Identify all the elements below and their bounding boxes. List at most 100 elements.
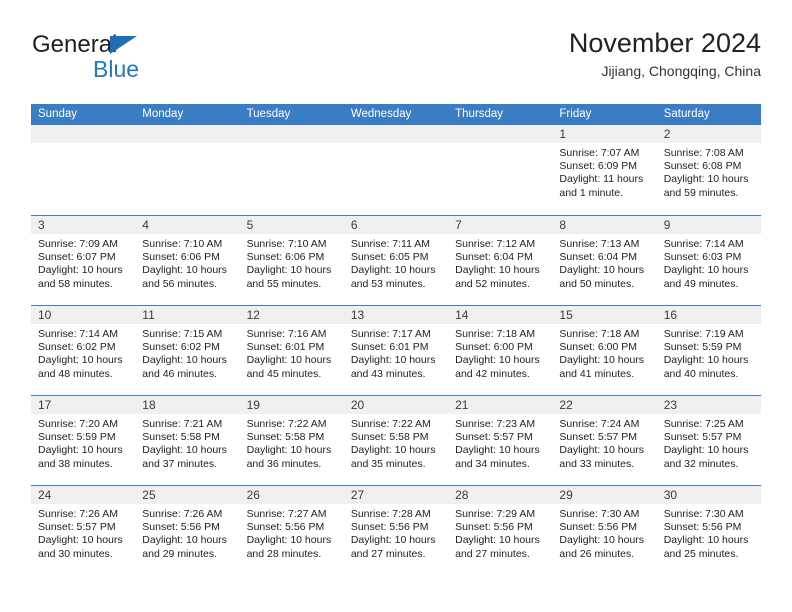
sunrise-text: Sunrise: 7:18 AM bbox=[455, 328, 536, 340]
day-number-band: 23 bbox=[656, 396, 761, 414]
calendar-day-cell[interactable]: 16 Sunrise: 7:19 AM Sunset: 5:59 PM Dayligh… bbox=[656, 306, 761, 395]
day-number-band: 21 bbox=[448, 396, 553, 414]
sunset-text: Sunset: 5:57 PM bbox=[455, 431, 533, 444]
day-number: 13 bbox=[350, 308, 365, 322]
calendar-weeks: 1 Sunrise: 7:07 AM Sunset: 6:09 PM Daylight… bbox=[31, 125, 761, 575]
day-number: 2 bbox=[663, 127, 671, 141]
day-number: 29 bbox=[559, 488, 573, 502]
day-details: Sunrise: 7:20 AM Sunset: 5:59 PM Daylight:… bbox=[31, 414, 135, 471]
day-number-band: 26 bbox=[239, 486, 344, 504]
calendar-day-cell[interactable]: 27 Sunrise: 7:28 AM Sunset: 5:56 PM Dayligh… bbox=[343, 486, 449, 575]
daylight-text: Daylight: 10 hours and 49 minutes. bbox=[663, 264, 749, 290]
calendar-day-cell[interactable]: 26 Sunrise: 7:27 AM Sunset: 5:56 PM Dayligh… bbox=[239, 486, 344, 575]
sunset-text: Sunset: 5:58 PM bbox=[246, 431, 325, 444]
sunrise-text: Sunrise: 7:20 AM bbox=[38, 418, 118, 430]
sunset-text: Sunset: 6:09 PM bbox=[559, 160, 638, 173]
sunrise-text: Sunrise: 7:26 AM bbox=[142, 508, 223, 520]
day-number: 16 bbox=[663, 308, 678, 322]
calendar-day-cell[interactable]: 17 Sunrise: 7:20 AM Sunset: 5:59 PM Dayligh… bbox=[31, 396, 136, 485]
sunset-text: Sunset: 5:56 PM bbox=[246, 521, 325, 534]
calendar-page: General Blue November 2024 Jijiang, Chon… bbox=[0, 0, 792, 612]
calendar-day-cell[interactable]: 21 Sunrise: 7:23 AM Sunset: 5:57 PM Dayligh… bbox=[448, 396, 553, 485]
calendar-day-cell[interactable]: 25 Sunrise: 7:26 AM Sunset: 5:56 PM Dayligh… bbox=[135, 486, 240, 575]
weekday-header-tuesday: Tuesday bbox=[246, 108, 291, 120]
daylight-text: Daylight: 10 hours and 30 minutes. bbox=[38, 534, 123, 560]
calendar-day-cell[interactable]: 10 Sunrise: 7:14 AM Sunset: 6:02 PM Dayligh… bbox=[31, 306, 136, 395]
sunrise-text: Sunrise: 7:18 AM bbox=[559, 328, 640, 340]
calendar-day-cell[interactable]: 11 Sunrise: 7:15 AM Sunset: 6:02 PM Dayligh… bbox=[135, 306, 240, 395]
daylight-text: Daylight: 10 hours and 27 minutes. bbox=[350, 534, 436, 560]
calendar-day-cell[interactable]: 29 Sunrise: 7:30 AM Sunset: 5:56 PM Dayligh… bbox=[552, 486, 657, 575]
sunset-text: Sunset: 5:56 PM bbox=[663, 521, 742, 534]
weekday-header-row: Sunday Monday Tuesday Wednesday Thursday… bbox=[31, 104, 761, 125]
calendar-week-row: 1 Sunrise: 7:07 AM Sunset: 6:09 PM Daylight… bbox=[31, 125, 761, 215]
sunrise-text: Sunrise: 7:25 AM bbox=[663, 418, 744, 430]
calendar-day-cell[interactable]: 6 Sunrise: 7:11 AM Sunset: 6:05 PM Daylight… bbox=[343, 216, 449, 305]
day-details: Sunrise: 7:11 AM Sunset: 6:05 PM Daylight:… bbox=[344, 234, 448, 291]
calendar-day-cell[interactable]: 18 Sunrise: 7:21 AM Sunset: 5:58 PM Dayligh… bbox=[135, 396, 240, 485]
daylight-text: Daylight: 10 hours and 55 minutes. bbox=[246, 264, 332, 290]
calendar-day-cell[interactable]: 19 Sunrise: 7:22 AM Sunset: 5:58 PM Dayligh… bbox=[239, 396, 344, 485]
daylight-text: Daylight: 10 hours and 41 minutes. bbox=[559, 354, 645, 380]
daylight-text: Daylight: 10 hours and 38 minutes. bbox=[38, 444, 123, 470]
day-number: 8 bbox=[559, 218, 567, 232]
calendar-day-cell[interactable]: 3 Sunrise: 7:09 AM Sunset: 6:07 PM Daylight… bbox=[31, 216, 136, 305]
calendar-day-cell[interactable]: 20 Sunrise: 7:22 AM Sunset: 5:58 PM Dayligh… bbox=[343, 396, 449, 485]
sunset-text: Sunset: 6:07 PM bbox=[38, 251, 116, 264]
day-details: Sunrise: 7:14 AM Sunset: 6:03 PM Daylight:… bbox=[657, 234, 761, 291]
calendar-day-cell[interactable]: 8 Sunrise: 7:13 AM Sunset: 6:04 PM Daylight… bbox=[552, 216, 657, 305]
general-blue-logo[interactable]: General Blue bbox=[31, 32, 261, 88]
sunset-text: Sunset: 6:06 PM bbox=[142, 251, 220, 264]
day-number: 10 bbox=[38, 308, 52, 322]
calendar-day-cell[interactable]: 1 Sunrise: 7:07 AM Sunset: 6:09 PM Daylight… bbox=[552, 125, 657, 214]
daylight-text: Daylight: 10 hours and 48 minutes. bbox=[38, 354, 123, 380]
day-number-band bbox=[448, 125, 553, 143]
calendar-day-cell[interactable]: 14 Sunrise: 7:18 AM Sunset: 6:00 PM Dayligh… bbox=[448, 306, 553, 395]
calendar-day-cell[interactable]: 12 Sunrise: 7:16 AM Sunset: 6:01 PM Dayligh… bbox=[239, 306, 344, 395]
day-number-band: 12 bbox=[239, 306, 344, 324]
daylight-text: Daylight: 10 hours and 59 minutes. bbox=[663, 173, 749, 199]
calendar-day-cell[interactable]: 24 Sunrise: 7:26 AM Sunset: 5:57 PM Dayligh… bbox=[31, 486, 136, 575]
day-number: 27 bbox=[350, 488, 365, 502]
daylight-text: Daylight: 10 hours and 28 minutes. bbox=[246, 534, 332, 560]
calendar-day-cell[interactable]: 23 Sunrise: 7:25 AM Sunset: 5:57 PM Dayligh… bbox=[656, 396, 761, 485]
day-details: Sunrise: 7:09 AM Sunset: 6:07 PM Daylight:… bbox=[31, 234, 135, 291]
calendar-day-cell[interactable]: 7 Sunrise: 7:12 AM Sunset: 6:04 PM Daylight… bbox=[448, 216, 553, 305]
page-subtitle: Jijiang, Chongqing, China bbox=[601, 63, 761, 79]
day-number-band: 1 bbox=[552, 125, 657, 143]
calendar-day-cell[interactable]: 15 Sunrise: 7:18 AM Sunset: 6:00 PM Dayligh… bbox=[552, 306, 657, 395]
day-details: Sunrise: 7:30 AM Sunset: 5:56 PM Daylight:… bbox=[552, 504, 656, 561]
day-number-band bbox=[343, 125, 449, 143]
day-number-band: 6 bbox=[343, 216, 449, 234]
sunrise-text: Sunrise: 7:17 AM bbox=[350, 328, 431, 340]
logo-triangle-icon bbox=[110, 36, 137, 54]
day-details: Sunrise: 7:21 AM Sunset: 5:58 PM Daylight:… bbox=[135, 414, 239, 471]
sunrise-text: Sunrise: 7:30 AM bbox=[559, 508, 640, 520]
calendar-day-cell[interactable]: 28 Sunrise: 7:29 AM Sunset: 5:56 PM Dayligh… bbox=[448, 486, 553, 575]
calendar-day-cell[interactable]: 2 Sunrise: 7:08 AM Sunset: 6:08 PM Daylight… bbox=[656, 125, 761, 214]
sunset-text: Sunset: 6:04 PM bbox=[455, 251, 533, 264]
day-number-band bbox=[31, 125, 136, 143]
calendar-day-cell[interactable]: 5 Sunrise: 7:10 AM Sunset: 6:06 PM Daylight… bbox=[239, 216, 344, 305]
sunset-text: Sunset: 5:56 PM bbox=[559, 521, 638, 534]
day-number-band: 29 bbox=[552, 486, 657, 504]
day-details: Sunrise: 7:16 AM Sunset: 6:01 PM Daylight:… bbox=[240, 324, 344, 381]
daylight-text: Daylight: 10 hours and 25 minutes. bbox=[663, 534, 749, 560]
day-details: Sunrise: 7:13 AM Sunset: 6:04 PM Daylight:… bbox=[552, 234, 656, 291]
day-number-band: 19 bbox=[239, 396, 344, 414]
day-number: 21 bbox=[455, 398, 469, 412]
calendar-day-cell[interactable]: 13 Sunrise: 7:17 AM Sunset: 6:01 PM Dayligh… bbox=[343, 306, 449, 395]
daylight-text: Daylight: 10 hours and 43 minutes. bbox=[350, 354, 436, 380]
sunrise-text: Sunrise: 7:13 AM bbox=[559, 238, 640, 250]
sunset-text: Sunset: 6:08 PM bbox=[663, 160, 742, 173]
sunset-text: Sunset: 6:05 PM bbox=[350, 251, 429, 264]
daylight-text: Daylight: 10 hours and 29 minutes. bbox=[142, 534, 227, 560]
calendar-day-cell[interactable]: 22 Sunrise: 7:24 AM Sunset: 5:57 PM Dayligh… bbox=[552, 396, 657, 485]
calendar-day-cell[interactable]: 4 Sunrise: 7:10 AM Sunset: 6:06 PM Daylight… bbox=[135, 216, 240, 305]
calendar-day-cell[interactable]: 9 Sunrise: 7:14 AM Sunset: 6:03 PM Daylight… bbox=[656, 216, 761, 305]
calendar-day-cell[interactable]: 30 Sunrise: 7:30 AM Sunset: 5:56 PM Dayligh… bbox=[656, 486, 761, 575]
day-number: 5 bbox=[246, 218, 254, 232]
weekday-header-friday: Friday bbox=[559, 108, 592, 120]
sunset-text: Sunset: 5:59 PM bbox=[38, 431, 116, 444]
sunset-text: Sunset: 5:57 PM bbox=[663, 431, 742, 444]
